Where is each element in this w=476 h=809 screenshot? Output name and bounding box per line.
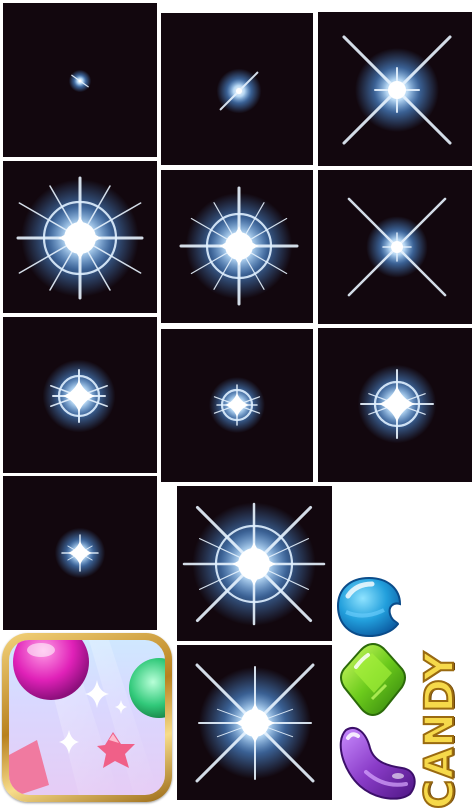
sparkle-icon (16, 176, 144, 300)
sparkle-frame-1 (3, 3, 157, 157)
sparkle-core (238, 548, 270, 580)
sparkle-core (388, 395, 406, 413)
sparkle-frame-7 (3, 317, 157, 473)
game-icon-art (9, 640, 165, 795)
sparkle-icon (347, 197, 447, 297)
sparkle-frame-9 (318, 328, 472, 482)
sparkle-frame-10 (3, 476, 157, 630)
sparkle-core (225, 232, 253, 260)
sparkle-frame-2 (161, 13, 313, 165)
sparkle-icon (179, 186, 299, 306)
sparkle-core (236, 88, 242, 94)
sparkle-core (391, 241, 403, 253)
sparkle-icon (54, 527, 106, 579)
sparkle-frame-6 (318, 170, 472, 324)
sparkle-frame-12 (177, 645, 332, 800)
sparkle-frame-3 (318, 12, 472, 166)
sparkle-core (241, 709, 269, 737)
sparkle-core (231, 399, 243, 411)
sparkle-frame-8 (161, 329, 313, 482)
candy-logo-text: CANDY (416, 650, 464, 809)
sparkle-icon (182, 502, 326, 626)
sparkle-frame-11 (177, 486, 332, 641)
sparkle-core (64, 222, 96, 254)
sparkle-frame-4 (3, 161, 157, 313)
sparkle-core (78, 79, 82, 83)
sparkle-frame-5 (161, 170, 313, 323)
sparkle-icon (195, 663, 315, 783)
sparkle-icon (357, 364, 437, 444)
sparkle-icon (42, 359, 116, 433)
green-diamond-candy-icon (336, 641, 410, 719)
sparkle-icon (216, 68, 262, 114)
sparkle-icon (68, 69, 92, 93)
sparkle-core (71, 388, 87, 404)
purple-bean-candy-icon (336, 722, 418, 802)
sparkle-core (75, 548, 85, 558)
sparkle-core (388, 81, 406, 99)
candy-game-icon (2, 633, 172, 802)
sparkle-icon (209, 377, 265, 433)
candy-logo: CANDY (410, 650, 470, 809)
blue-round-candy-icon (334, 574, 404, 638)
sparkle-icon (342, 35, 452, 145)
